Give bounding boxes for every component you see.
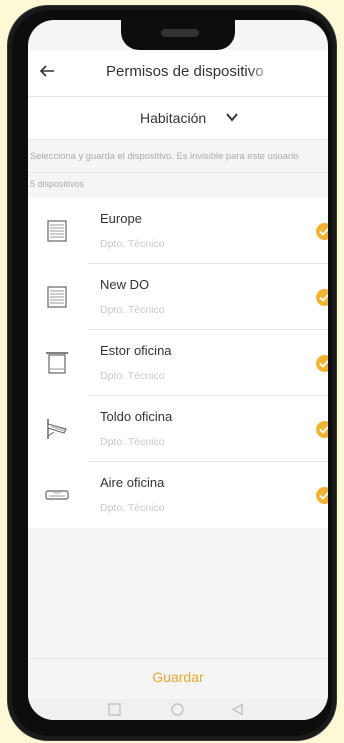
instruction-text: Selecciona y guarda el dispositivo. Es i…	[30, 150, 299, 161]
checkmark-icon[interactable]	[316, 289, 328, 306]
device-count: 5 dispositivos	[30, 179, 85, 189]
top-app-bar: Permisos de dispositivo	[28, 50, 328, 97]
room-selector[interactable]: Habitación	[28, 97, 328, 140]
camera-notch	[121, 20, 235, 50]
page-title-text: Permisos de dispositivo	[106, 63, 264, 80]
device-name: Toldo oficina	[100, 409, 173, 424]
footer-bar: Guardar	[28, 658, 328, 699]
device-location: Dpto. Técnico	[100, 502, 165, 514]
list-item[interactable]: Aire oficina Dpto. Técnico	[28, 462, 328, 528]
shutter-icon	[47, 220, 67, 242]
recents-square-icon[interactable]	[108, 703, 121, 716]
device-name: Europe	[100, 211, 142, 226]
device-list: Europe Dpto. Técnico New DO Dpto. Técnic…	[28, 198, 328, 528]
instruction-banner: Selecciona y guarda el dispositivo. Es i…	[28, 140, 328, 173]
back-arrow-icon[interactable]	[38, 62, 60, 84]
chevron-down-icon	[226, 113, 238, 122]
room-selector-label: Habitación	[140, 110, 207, 126]
device-location: Dpto. Técnico	[100, 370, 165, 382]
back-triangle-icon[interactable]	[231, 703, 244, 716]
checkmark-icon[interactable]	[316, 355, 328, 372]
home-circle-icon[interactable]	[171, 703, 184, 716]
system-nav-bar	[28, 699, 328, 720]
list-item[interactable]: Europe Dpto. Técnico	[28, 198, 328, 264]
awning-icon	[47, 419, 67, 439]
device-location: Dpto. Técnico	[100, 436, 165, 448]
air-conditioner-icon	[45, 490, 69, 500]
device-name: New DO	[100, 277, 150, 292]
checkmark-icon[interactable]	[316, 487, 328, 504]
roller-blind-icon	[46, 352, 68, 374]
list-item[interactable]: Toldo oficina Dpto. Técnico	[28, 396, 328, 462]
device-name: Estor oficina	[100, 343, 172, 358]
checkmark-icon[interactable]	[316, 223, 328, 240]
speaker-grille	[161, 29, 199, 37]
list-item[interactable]: Estor oficina Dpto. Técnico	[28, 330, 328, 396]
page-title: Permisos de dispositivo	[106, 63, 276, 85]
checkmark-icon[interactable]	[316, 421, 328, 438]
device-location: Dpto. Técnico	[100, 238, 165, 250]
device-name: Aire oficina	[100, 475, 165, 490]
device-location: Dpto. Técnico	[100, 304, 165, 316]
device-count-header: 5 dispositivos	[28, 173, 328, 197]
list-item[interactable]: New DO Dpto. Técnico	[28, 264, 328, 330]
save-button[interactable]: Guardar	[28, 669, 328, 685]
title-fade	[248, 63, 276, 85]
shutter-icon	[47, 286, 67, 308]
app-screen: Permisos de dispositivo Habitación Selec…	[28, 20, 328, 720]
